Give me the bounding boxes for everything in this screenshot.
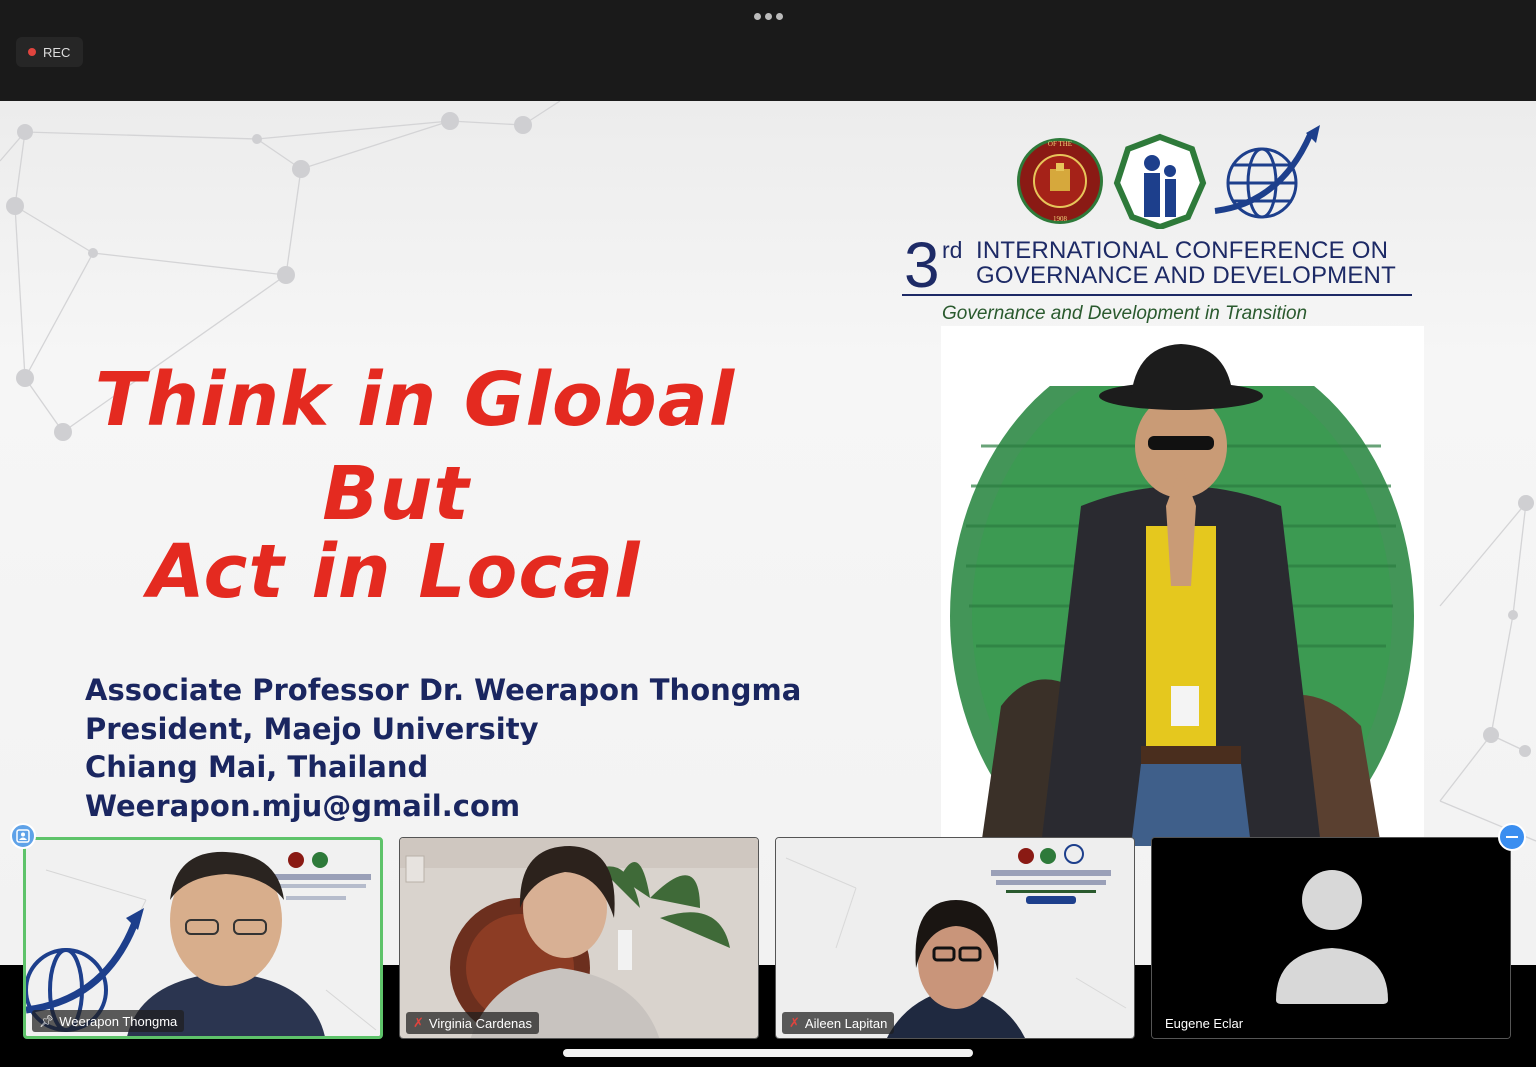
- participant-name-label: ✗ Virginia Cardenas: [406, 1012, 540, 1034]
- participant-name: Virginia Cardenas: [428, 1015, 533, 1031]
- conference-title-line-1: INTERNATIONAL CONFERENCE ON: [976, 237, 1389, 264]
- speaker-position: President, Maejo University: [85, 711, 539, 746]
- participant-tile-virginia[interactable]: ✗ Virginia Cardenas: [399, 837, 759, 1039]
- globe-arrow-logo: [1214, 125, 1320, 219]
- headline-line-2: But: [322, 451, 470, 537]
- conference-title-line-2: GOVERNANCE AND DEVELOPMENT: [976, 262, 1396, 289]
- university-seal-logo: OF THE 1908: [1017, 138, 1103, 224]
- shared-screen-slide: Think in Global But Act in Local Associa…: [0, 101, 1536, 965]
- headline-line-1: Think in Global: [94, 357, 736, 443]
- headline-line-3: Act in Local: [147, 529, 641, 615]
- speaker-title: Associate Professor Dr. Weerapon Thongma: [85, 673, 802, 707]
- more-options-icon[interactable]: [752, 9, 784, 23]
- conference-tagline: Governance and Development in Transition: [942, 303, 1308, 324]
- participant-name-label: Eugene Eclar: [1158, 1012, 1250, 1034]
- speaker-email: Weerapon.mju@gmail.com: [85, 788, 521, 823]
- title-divider: [902, 294, 1412, 296]
- pinned-icon: 📌︎: [39, 1014, 55, 1028]
- home-indicator[interactable]: [563, 1049, 973, 1057]
- recording-indicator: REC: [16, 37, 84, 67]
- participant-tile-eugene[interactable]: Eugene Eclar: [1151, 837, 1511, 1039]
- minimize-icon[interactable]: [1498, 823, 1526, 851]
- conference-number: 3: [904, 229, 940, 301]
- muted-mic-icon: ✗: [789, 1015, 800, 1030]
- participant-name: Weerapon Thongma: [59, 1013, 178, 1029]
- svg-text:OF THE: OF THE: [1048, 140, 1072, 148]
- top-bar: REC: [0, 0, 1536, 101]
- speaker-info: Associate Professor Dr. Weerapon Thongma…: [85, 671, 801, 825]
- muted-mic-icon: ✗: [413, 1015, 424, 1030]
- recording-label: REC: [43, 44, 71, 60]
- speaker-location: Chiang Mai, Thailand: [85, 750, 429, 784]
- participant-name: Aileen Lapitan: [804, 1015, 888, 1031]
- avatar-placeholder-icon: [1152, 838, 1510, 1038]
- record-dot-icon: [28, 48, 36, 56]
- speaker-photo: [941, 326, 1424, 846]
- participant-tile-aileen[interactable]: ✗ Aileen Lapitan: [775, 837, 1135, 1039]
- participant-name-label: 📌︎ Weerapon Thongma: [32, 1010, 185, 1032]
- participant-tile-weerapon[interactable]: 📌︎ Weerapon Thongma: [23, 837, 383, 1039]
- conference-ordinal: rd: [942, 237, 963, 263]
- participant-name-label: ✗ Aileen Lapitan: [782, 1012, 895, 1034]
- family-organization-logo: [1113, 133, 1207, 229]
- svg-text:1908: 1908: [1053, 215, 1068, 223]
- participant-view-icon[interactable]: [10, 823, 36, 849]
- conference-logos: OF THE 1908: [1017, 125, 1320, 229]
- participant-name: Eugene Eclar: [1165, 1015, 1244, 1031]
